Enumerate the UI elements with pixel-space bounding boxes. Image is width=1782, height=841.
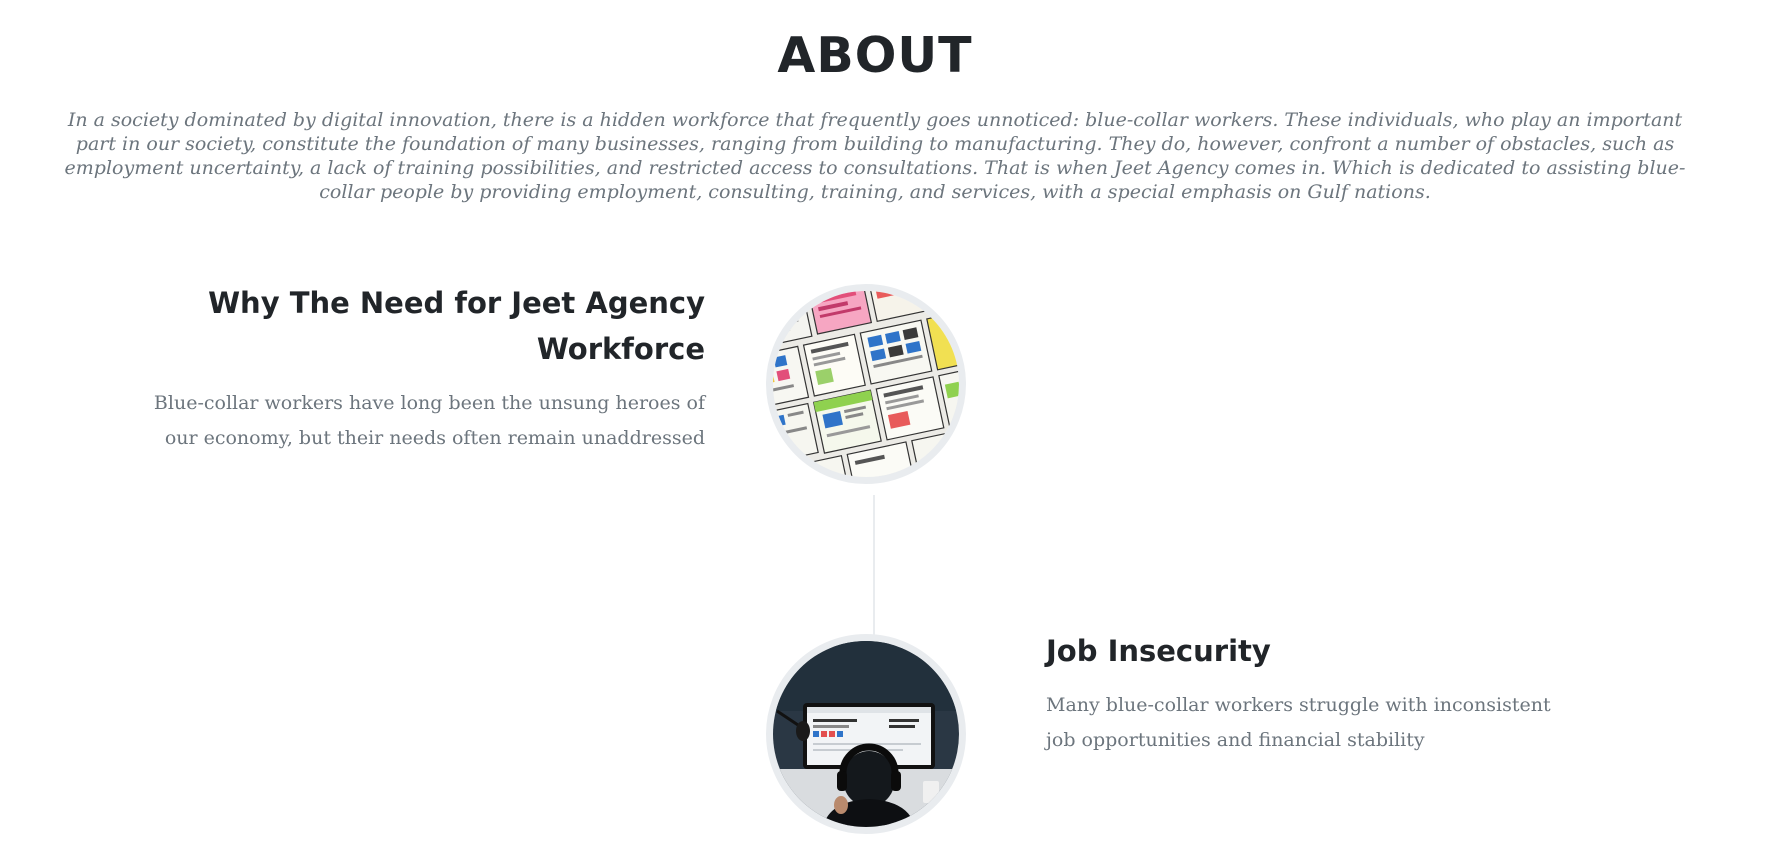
timeline-text: Many blue-collar workers struggle with i… [1046,694,1551,751]
about-intro: In a society dominated by digital innova… [64,109,1686,203]
timeline-item-need: Why The Need for Jeet Agency Workforce B… [140,280,705,456]
timeline-text: Blue-collar workers have long been the u… [153,392,705,449]
page-title: ABOUT [777,27,973,84]
wireframe-sketches-photo [773,291,959,477]
timeline-item-job-insecurity: Job Insecurity Many blue-collar workers … [1046,628,1566,758]
timeline-line [873,495,875,635]
person-at-monitor-image [766,634,966,834]
person-at-monitor-photo [773,641,959,827]
timeline-heading: Why The Need for Jeet Agency Workforce [208,286,705,366]
timeline-heading: Job Insecurity [1046,634,1271,668]
wireframe-sketches-image [766,284,966,484]
